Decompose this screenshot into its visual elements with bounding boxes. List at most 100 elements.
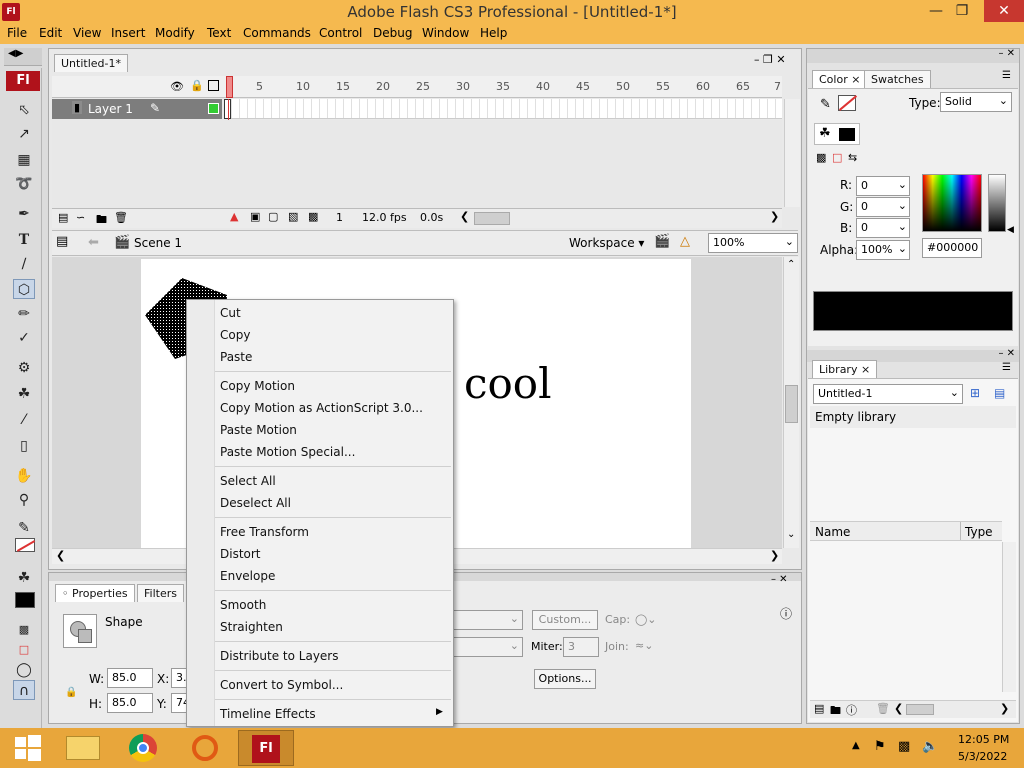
scroll-right-icon[interactable]: ❯: [770, 210, 779, 223]
tab-properties[interactable]: ◦ Properties: [55, 584, 135, 602]
motion-guide-icon[interactable]: ∽: [76, 211, 85, 224]
stroke-style-select[interactable]: ⌄: [453, 610, 523, 630]
layer-row[interactable]: ▮ Layer 1 ✎: [52, 99, 222, 119]
doc-window-controls[interactable]: – ❐ ✕: [754, 53, 786, 66]
onion-skin-icon[interactable]: ▣: [250, 210, 260, 223]
panel-menu-icon[interactable]: ☰: [1002, 70, 1011, 81]
tab-library[interactable]: Library ×: [812, 360, 878, 378]
frame-rate[interactable]: 12.0 fps: [362, 211, 407, 224]
color-spectrum[interactable]: [922, 174, 982, 232]
delete-icon[interactable]: 🗑: [876, 702, 890, 715]
close-icon[interactable]: ✕: [984, 0, 1024, 22]
black-white-icon[interactable]: ▩: [816, 151, 826, 164]
library-vscroll[interactable]: [1002, 542, 1016, 692]
scroll-down-icon[interactable]: ⌄: [787, 529, 795, 540]
new-symbol-icon[interactable]: ▤: [814, 702, 824, 715]
menu-item-free-transform[interactable]: Free Transform: [220, 525, 309, 539]
menu-item-copy-motion[interactable]: Copy Motion: [220, 379, 295, 393]
close-icon[interactable]: ×: [851, 73, 860, 86]
edit-scene-icon[interactable]: 🎬: [654, 234, 670, 249]
menu-item-paste-motion[interactable]: Paste Motion: [220, 423, 297, 437]
outline-icon[interactable]: [208, 80, 219, 91]
delete-layer-icon[interactable]: 🗑: [114, 211, 128, 224]
menu-view[interactable]: View: [73, 26, 101, 40]
lock-icon[interactable]: 🔒: [65, 687, 77, 698]
menu-item-paste[interactable]: Paste: [220, 350, 252, 364]
stroke-color-icon[interactable]: ✎: [13, 518, 35, 538]
hex-field[interactable]: #000000: [922, 238, 982, 258]
fill-swatch-group[interactable]: ☘: [814, 123, 860, 145]
polystar-tool-icon[interactable]: ⬡: [13, 279, 35, 299]
brightness-slider[interactable]: [988, 174, 1006, 232]
menu-item-copy[interactable]: Copy: [220, 328, 250, 342]
stage-text[interactable]: cool: [464, 359, 552, 408]
panel-controls[interactable]: – ✕: [998, 48, 1015, 59]
subselection-tool-icon[interactable]: ↗: [13, 124, 35, 144]
timeline-vscroll[interactable]: [784, 99, 800, 207]
lasso-tool-icon[interactable]: ➰: [13, 174, 35, 194]
menu-help[interactable]: Help: [480, 26, 507, 40]
windows-start-icon[interactable]: [0, 730, 56, 766]
properties-icon[interactable]: ⓘ: [846, 702, 857, 718]
eyedropper-tool-icon[interactable]: ⁄: [13, 410, 35, 430]
menu-debug[interactable]: Debug: [373, 26, 412, 40]
free-transform-tool-icon[interactable]: ▦: [13, 150, 35, 170]
modify-onion-markers-icon[interactable]: ▩: [308, 210, 318, 223]
document-tab[interactable]: Untitled-1*: [54, 54, 128, 72]
col-type[interactable]: Type: [965, 525, 993, 539]
new-library-panel-icon[interactable]: ▤: [994, 386, 1005, 400]
file-explorer-icon[interactable]: [56, 730, 112, 766]
join-select[interactable]: ≈⌄: [635, 639, 653, 652]
stroke-color-swatch[interactable]: [15, 538, 36, 552]
scroll-right-icon[interactable]: ❯: [1000, 702, 1009, 715]
menu-insert[interactable]: Insert: [111, 26, 145, 40]
stage-vscroll[interactable]: ⌃ ⌄: [783, 257, 799, 548]
restore-icon[interactable]: ❐: [940, 0, 984, 22]
object-drawing-icon[interactable]: ◯: [13, 660, 35, 680]
cap-select[interactable]: ◯⌄: [635, 613, 657, 626]
scroll-left-icon[interactable]: ❮: [460, 210, 469, 223]
zoom-tool-icon[interactable]: ⚲: [13, 490, 35, 510]
clock-time[interactable]: 12:05 PM: [958, 733, 1009, 746]
frames-row[interactable]: [224, 99, 782, 119]
tray-volume-icon[interactable]: 🔈: [922, 739, 938, 754]
brightness-arrow-icon[interactable]: ◀: [1007, 225, 1014, 235]
library-document-select[interactable]: Untitled-1 ⌄: [813, 384, 963, 404]
scale-select[interactable]: ⌄: [453, 637, 523, 657]
layer-color-swatch[interactable]: [208, 103, 219, 114]
tray-network-icon[interactable]: ▩: [898, 739, 910, 754]
workspace-button[interactable]: Workspace ▾: [569, 236, 644, 250]
paint-bucket-tool-icon[interactable]: ☘: [13, 384, 35, 404]
menu-item-select-all[interactable]: Select All: [220, 474, 276, 488]
scene-name[interactable]: Scene 1: [134, 236, 182, 250]
g-field[interactable]: 0 ⌄: [856, 197, 910, 217]
black-white-icon[interactable]: ▩: [13, 620, 35, 640]
center-frame-icon[interactable]: ▲: [230, 210, 238, 223]
panel-controls[interactable]: – ✕: [771, 574, 788, 585]
insert-layer-icon[interactable]: ▤: [58, 211, 68, 224]
onion-outline-icon[interactable]: ▢: [268, 210, 278, 223]
menu-modify[interactable]: Modify: [155, 26, 195, 40]
custom-button[interactable]: Custom...: [532, 610, 598, 630]
swap-colors-icon[interactable]: ⇆: [848, 151, 857, 164]
back-arrow-icon[interactable]: ⬅: [88, 235, 99, 250]
zoom-select[interactable]: 100% ⌄: [708, 233, 798, 253]
fill-color-icon[interactable]: ☘: [13, 568, 35, 588]
fill-color-swatch[interactable]: [15, 592, 35, 608]
line-tool-icon[interactable]: ∕: [13, 254, 35, 274]
stage-vscroll-thumb[interactable]: [785, 385, 798, 423]
width-field[interactable]: 85.0: [107, 668, 153, 688]
text-tool-icon[interactable]: T: [13, 230, 35, 250]
hand-tool-icon[interactable]: ✋: [13, 466, 35, 486]
tray-arrow-icon[interactable]: ▲: [852, 740, 860, 751]
scroll-right-icon[interactable]: ❯: [770, 549, 779, 562]
r-field[interactable]: 0 ⌄: [856, 176, 910, 196]
lock-icon[interactable]: 🔒: [190, 79, 204, 92]
flash-taskbar-button[interactable]: Fl: [238, 730, 294, 766]
stroke-pencil-icon[interactable]: ✎: [820, 97, 831, 112]
layer-name[interactable]: Layer 1: [88, 102, 133, 116]
pencil-tool-icon[interactable]: ✏: [13, 304, 35, 324]
no-color-icon[interactable]: □: [13, 640, 35, 660]
panel-controls[interactable]: – ✕: [998, 348, 1015, 359]
insert-folder-icon[interactable]: 🖿: [96, 211, 107, 230]
